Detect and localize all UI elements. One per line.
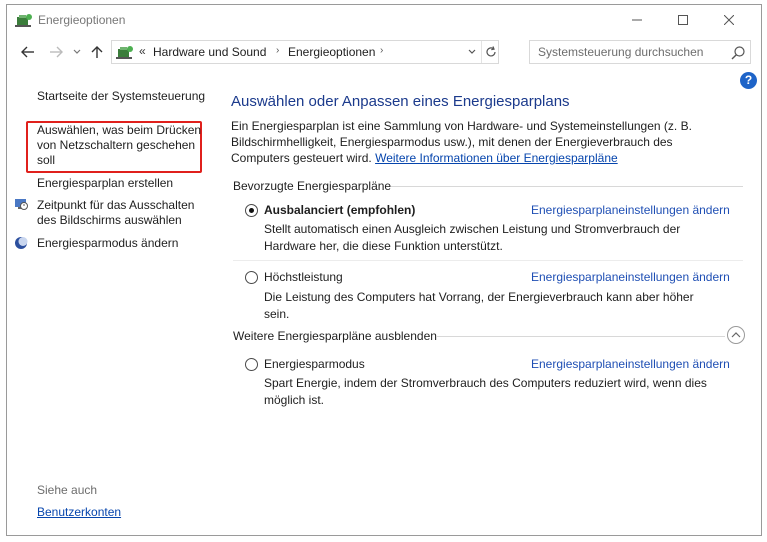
collapse-button[interactable] <box>727 326 745 344</box>
chevron-down-icon <box>468 49 476 54</box>
plan-balanced-settings-link[interactable]: Energiesparplaneinstellungen ändern <box>531 203 730 217</box>
monitor-clock-icon <box>15 199 28 210</box>
plan-balanced-name[interactable]: Ausbalanciert (empfohlen) <box>264 203 415 217</box>
refresh-button[interactable] <box>481 41 499 63</box>
minimize-icon <box>632 19 642 21</box>
forward-button[interactable] <box>45 41 67 63</box>
preferred-plans-heading: Bevorzugte Energiesparpläne <box>233 179 392 193</box>
moon-icon <box>15 237 28 249</box>
help-icon[interactable]: ? <box>740 72 757 89</box>
close-button[interactable] <box>706 5 752 35</box>
breadcrumb-hardware-and-sound[interactable]: Hardware und Sound <box>153 45 266 59</box>
plan-balanced-radio[interactable] <box>245 204 258 217</box>
refresh-icon <box>485 46 496 57</box>
address-bar[interactable]: « Hardware und Sound › Energieoptionen › <box>111 40 499 64</box>
plan-power-saver-radio[interactable] <box>245 358 258 371</box>
sidebar-item-power-buttons[interactable]: Auswählen, was beim Drücken von Netzscha… <box>37 123 201 168</box>
maximize-button[interactable] <box>660 5 706 35</box>
plan-high-performance-name[interactable]: Höchstleistung <box>264 270 343 284</box>
chevron-down-icon <box>73 49 81 54</box>
search-input[interactable]: Systemsteuerung durchsuchen <box>538 45 703 59</box>
sidebar-item-sleep-mode[interactable]: Energiesparmodus ändern <box>37 236 178 251</box>
power-options-icon <box>15 14 32 27</box>
power-options-icon <box>116 46 133 59</box>
back-button[interactable] <box>17 41 39 63</box>
title-bar: Energieoptionen <box>7 5 761 35</box>
minimize-button[interactable] <box>614 5 660 35</box>
plan-high-performance-settings-link[interactable]: Energiesparplaneinstellungen ändern <box>531 270 730 284</box>
sidebar-item-label: von Netzschaltern geschehen <box>37 138 196 152</box>
energy-options-window: Energieoptionen « Hardware und Sound › E… <box>6 4 762 536</box>
sidebar-item-label: Zeitpunkt für das Ausschalten <box>37 198 195 212</box>
user-accounts-link[interactable]: Benutzerkonten <box>37 505 121 519</box>
plan-power-saver-settings-link[interactable]: Energiesparplaneinstellungen ändern <box>531 357 730 371</box>
divider <box>391 186 743 187</box>
chevron-up-icon <box>731 332 741 338</box>
breadcrumb-overflow[interactable]: « <box>139 44 146 58</box>
chevron-right-icon[interactable]: › <box>380 45 383 56</box>
recent-locations-button[interactable] <box>70 41 84 63</box>
chevron-right-icon[interactable]: › <box>276 45 279 56</box>
divider <box>233 260 743 261</box>
up-button[interactable] <box>87 41 107 63</box>
close-icon <box>724 15 734 25</box>
sidebar-item-label: Auswählen, was beim Drücken <box>37 123 202 137</box>
sidebar-item-display-off[interactable]: Zeitpunkt für das Ausschalten des Bildsc… <box>37 198 194 228</box>
sidebar-item-control-panel-home[interactable]: Startseite der Systemsteuerung <box>37 89 205 104</box>
plan-power-saver-description: Spart Energie, indem der Stromverbrauch … <box>264 376 707 407</box>
more-plans-heading[interactable]: Weitere Energiesparpläne ausblenden <box>233 329 437 343</box>
search-box[interactable]: Systemsteuerung durchsuchen <box>529 40 751 64</box>
plan-high-performance-radio[interactable] <box>245 271 258 284</box>
arrow-up-icon <box>91 46 103 58</box>
page-title: Auswählen oder Anpassen eines Energiespa… <box>231 93 570 110</box>
address-dropdown-button[interactable] <box>464 41 480 63</box>
sidebar-item-label: des Bildschirms auswählen <box>37 213 182 227</box>
sidebar-item-label: soll <box>37 153 56 167</box>
arrow-left-icon <box>21 46 34 58</box>
divider <box>437 336 725 337</box>
sidebar-item-create-plan[interactable]: Energiesparplan erstellen <box>37 176 173 191</box>
navigation-bar: « Hardware und Sound › Energieoptionen ›… <box>7 37 761 67</box>
plan-balanced-description: Stellt automatisch einen Ausgleich zwisc… <box>264 222 681 253</box>
breadcrumb-energy-options[interactable]: Energieoptionen <box>288 45 375 59</box>
see-also-heading: Siehe auch <box>37 483 98 497</box>
arrow-right-icon <box>50 46 63 58</box>
search-icon[interactable] <box>730 45 746 61</box>
maximize-icon <box>678 15 688 25</box>
window-title: Energieoptionen <box>38 13 126 27</box>
more-info-link[interactable]: Weitere Informationen über Energiesparpl… <box>375 151 618 165</box>
plan-high-performance-description: Die Leistung des Computers hat Vorrang, … <box>264 290 694 321</box>
intro-paragraph: Ein Energiesparplan ist eine Sammlung vo… <box>231 118 731 166</box>
plan-power-saver-name[interactable]: Energiesparmodus <box>264 357 365 371</box>
